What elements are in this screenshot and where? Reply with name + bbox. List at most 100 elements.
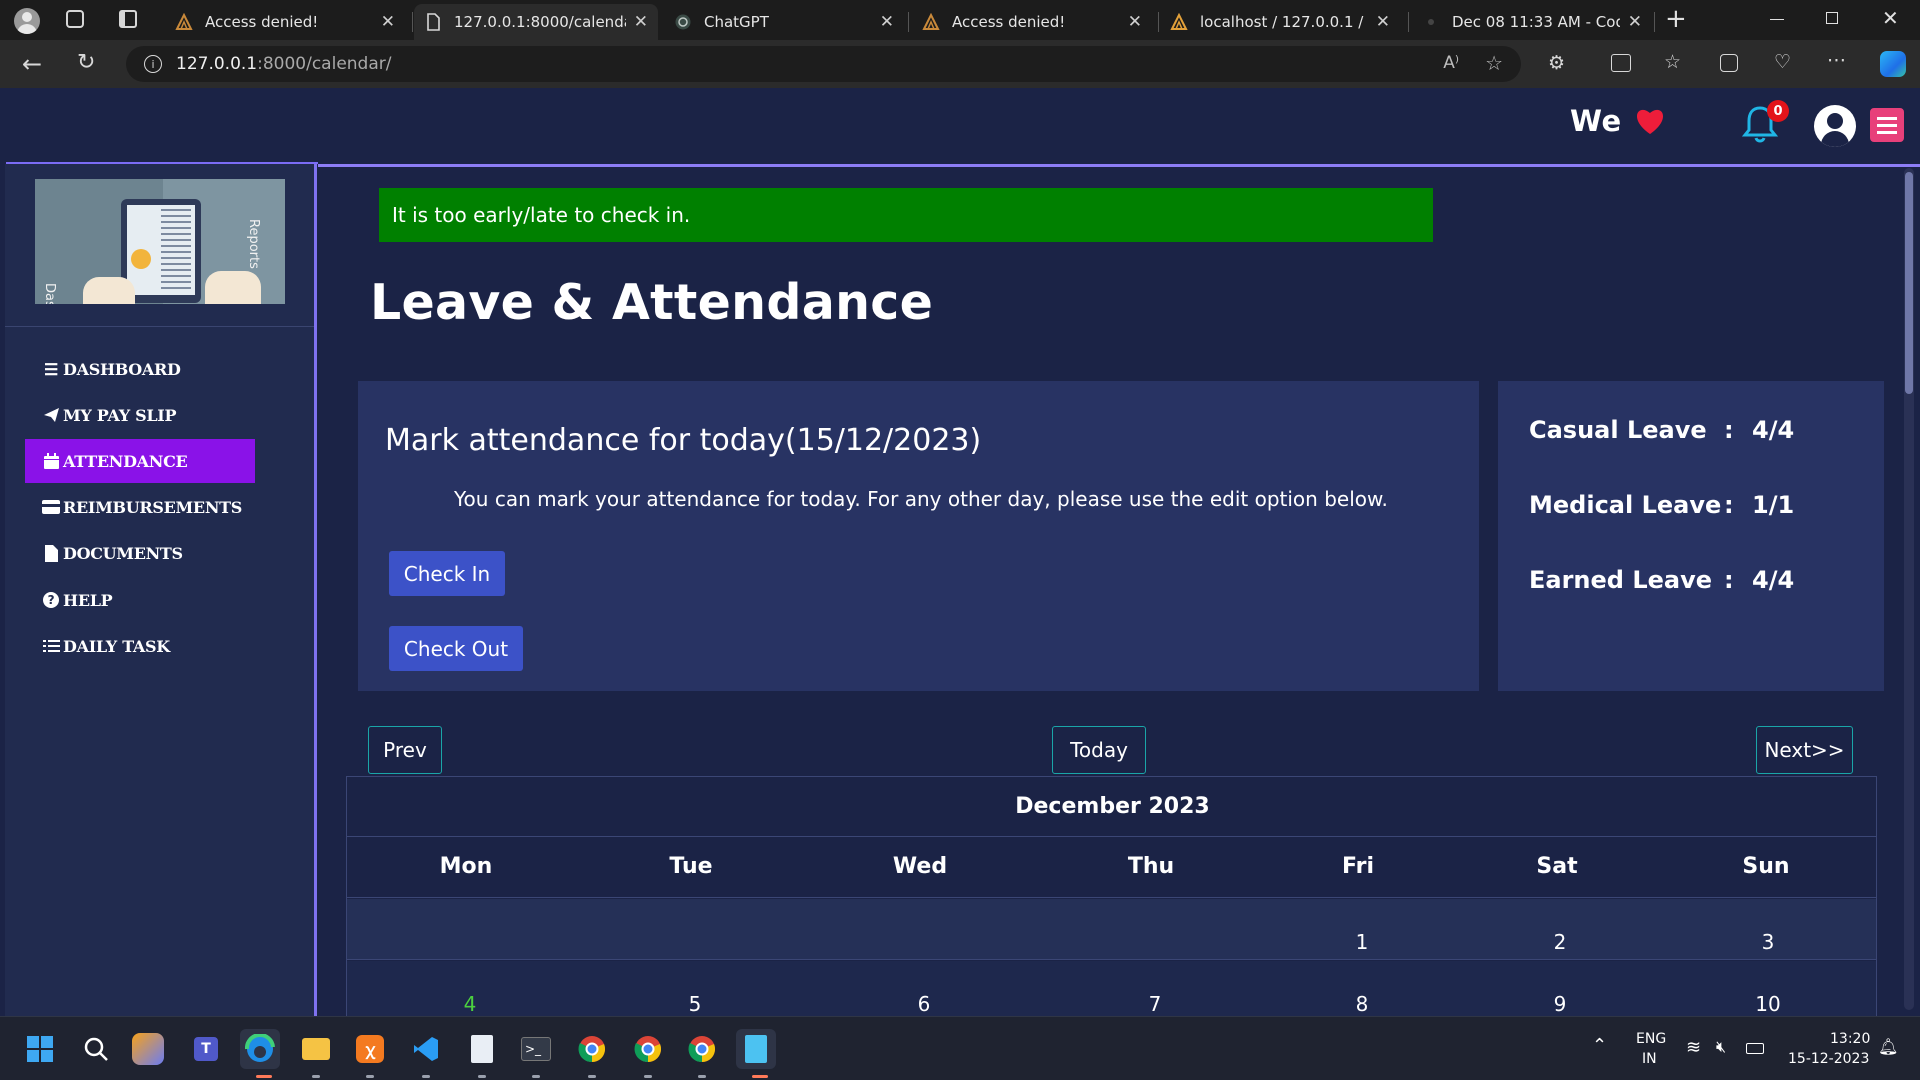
restore-icon[interactable] xyxy=(1826,12,1838,24)
today-button[interactable]: Today xyxy=(1052,726,1146,774)
app-indicator xyxy=(312,1075,320,1078)
widgets-icon[interactable] xyxy=(132,1033,164,1065)
file-explorer-icon[interactable] xyxy=(296,1029,336,1069)
xampp-icon[interactable]: ꭓ xyxy=(350,1029,390,1069)
calendar-month-row: December 2023 xyxy=(347,777,1876,837)
date-cell[interactable]: 10 xyxy=(1755,992,1780,1016)
collections-icon[interactable] xyxy=(1720,54,1738,72)
date-cell[interactable]: 3 xyxy=(1762,930,1775,954)
teams-icon[interactable]: T xyxy=(186,1029,226,1069)
date-cell[interactable]: 5 xyxy=(689,992,702,1016)
search-icon[interactable] xyxy=(76,1029,116,1069)
date-cell[interactable]: 2 xyxy=(1554,930,1567,954)
vertical-tabs-icon[interactable] xyxy=(119,10,137,28)
terminal-icon[interactable]: >_ xyxy=(516,1029,556,1069)
notepad-icon[interactable] xyxy=(736,1029,776,1069)
tab-calendar[interactable]: 127.0.0.1:8000/calendar/ ✕ xyxy=(414,4,658,40)
sidebar-item-dashboard[interactable]: ☰ DASHBOARD xyxy=(25,347,255,391)
scrollbar-thumb[interactable] xyxy=(1905,172,1913,394)
day-header-wed: Wed xyxy=(892,854,948,879)
copilot-icon[interactable] xyxy=(1880,51,1906,77)
url-bar[interactable]: i 127.0.0.1:8000/calendar/ A⁾ ☆ xyxy=(126,46,1521,82)
sidebar-item-label: REIMBURSEMENTS xyxy=(63,497,243,517)
refresh-icon[interactable]: ↻ xyxy=(77,50,95,75)
browser-tab-bar: Access denied! ✕ 127.0.0.1:8000/calendar… xyxy=(0,0,1920,40)
alert-banner: It is too early/late to check in. xyxy=(379,188,1433,242)
close-tab-icon[interactable]: ✕ xyxy=(1128,12,1142,32)
close-tab-icon[interactable]: ✕ xyxy=(634,12,648,32)
close-tab-icon[interactable]: ✕ xyxy=(1376,12,1390,32)
date-cell[interactable]: 1 xyxy=(1356,930,1369,954)
tab-localhost[interactable]: localhost / 127.0.0.1 / wo ✕ xyxy=(1160,4,1400,40)
minimize-icon[interactable] xyxy=(1770,19,1784,20)
banner-left-text: Dashboards xyxy=(42,283,57,304)
wifi-icon[interactable]: ≋ xyxy=(1686,1037,1701,1058)
chrome-profile-icon[interactable] xyxy=(628,1029,668,1069)
chrome-profile-icon[interactable] xyxy=(682,1029,722,1069)
notification-count: 0 xyxy=(1767,100,1789,122)
show-hidden-icons-icon[interactable]: ⌃ xyxy=(1592,1035,1607,1056)
tab-access-denied-2[interactable]: Access denied! ✕ xyxy=(912,4,1152,40)
leave-row-casual: Casual Leave:4/4 xyxy=(1529,416,1795,444)
sidebar-item-help[interactable]: ? HELP xyxy=(25,578,255,622)
profile-avatar-icon[interactable] xyxy=(14,8,40,34)
sidebar-divider xyxy=(5,326,314,327)
bars-icon: ☰ xyxy=(43,359,59,379)
vscode-icon[interactable] xyxy=(406,1029,446,1069)
notepad-pdf-icon[interactable] xyxy=(462,1029,502,1069)
date-cell[interactable]: 8 xyxy=(1356,992,1369,1016)
clock-time[interactable]: 13:20 xyxy=(1830,1031,1870,1047)
speaker-muted-icon[interactable]: 🔇︎ xyxy=(1716,1037,1726,1057)
check-out-button[interactable]: Check Out xyxy=(389,626,523,671)
sidebar-item-daily-task[interactable]: DAILY TASK xyxy=(25,624,255,668)
day-header-sun: Sun xyxy=(1742,854,1790,879)
date-cell[interactable]: 6 xyxy=(918,992,931,1016)
hamburger-menu-icon[interactable] xyxy=(1870,108,1904,142)
close-tab-icon[interactable]: ✕ xyxy=(381,12,395,32)
site-info-icon[interactable]: i xyxy=(144,55,162,73)
chatgpt-icon xyxy=(674,13,692,31)
close-tab-icon[interactable]: ✕ xyxy=(1628,12,1642,32)
notifications-bell-icon[interactable]: 🔔︎ xyxy=(1878,1037,1898,1056)
close-tab-icon[interactable]: ✕ xyxy=(880,12,894,32)
browser-address-bar: ← ↻ i 127.0.0.1:8000/calendar/ A⁾ ☆ ⚙ ☆ … xyxy=(0,40,1920,88)
notification-bell-icon[interactable]: 0 xyxy=(1741,100,1789,148)
calendar-table: December 2023 xyxy=(346,776,1877,1016)
tab-access-denied-1[interactable]: Access denied! ✕ xyxy=(165,4,405,40)
read-aloud-icon[interactable]: A⁾ xyxy=(1443,53,1459,73)
tab-codes[interactable]: Dec 08 11:33 AM - Codes ✕ xyxy=(1412,4,1652,40)
split-screen-icon[interactable] xyxy=(1611,54,1631,72)
prev-month-button[interactable]: Prev xyxy=(368,726,442,774)
region-code[interactable]: IN xyxy=(1642,1051,1657,1067)
sidebar-item-documents[interactable]: DOCUMENTS xyxy=(25,531,255,575)
workspaces-icon[interactable] xyxy=(66,10,84,28)
page-icon xyxy=(424,13,442,31)
sidebar-item-reimbursements[interactable]: REIMBURSEMENTS xyxy=(25,485,255,529)
tab-chatgpt[interactable]: ChatGPT ✕ xyxy=(664,4,904,40)
date-cell-highlighted[interactable]: 4 xyxy=(464,992,477,1016)
page-scrollbar[interactable] xyxy=(1904,168,1914,1010)
back-icon[interactable]: ← xyxy=(22,50,42,78)
date-cell[interactable]: 7 xyxy=(1149,992,1162,1016)
favorite-star-icon[interactable]: ☆ xyxy=(1485,51,1503,75)
check-in-button[interactable]: Check In xyxy=(389,551,505,596)
sidebar-item-my-pay-slip[interactable]: MY PAY SLIP xyxy=(25,393,255,437)
language-code[interactable]: ENG xyxy=(1636,1031,1666,1047)
browser-essentials-icon[interactable]: ♡ xyxy=(1774,51,1791,73)
windows-start-icon[interactable] xyxy=(20,1029,60,1069)
edge-browser-icon[interactable] xyxy=(240,1029,280,1069)
leave-row-medical: Medical Leave:1/1 xyxy=(1529,491,1795,519)
clock-date[interactable]: 15-12-2023 xyxy=(1788,1051,1869,1067)
extensions-icon[interactable]: ⚙ xyxy=(1548,52,1565,74)
next-month-button[interactable]: Next>> xyxy=(1756,726,1853,774)
battery-icon[interactable] xyxy=(1746,1043,1764,1054)
chrome-icon[interactable] xyxy=(572,1029,612,1069)
date-cell[interactable]: 9 xyxy=(1554,992,1567,1016)
new-tab-icon[interactable]: + xyxy=(1665,4,1687,34)
tab-title: 127.0.0.1:8000/calendar/ xyxy=(454,13,626,31)
user-avatar-icon[interactable] xyxy=(1814,105,1856,147)
more-options-icon[interactable]: ⋯ xyxy=(1827,49,1846,71)
favorites-icon[interactable]: ☆ xyxy=(1664,51,1681,73)
close-window-icon[interactable]: ✕ xyxy=(1882,6,1899,30)
sidebar-item-attendance[interactable]: ATTENDANCE xyxy=(25,439,255,483)
